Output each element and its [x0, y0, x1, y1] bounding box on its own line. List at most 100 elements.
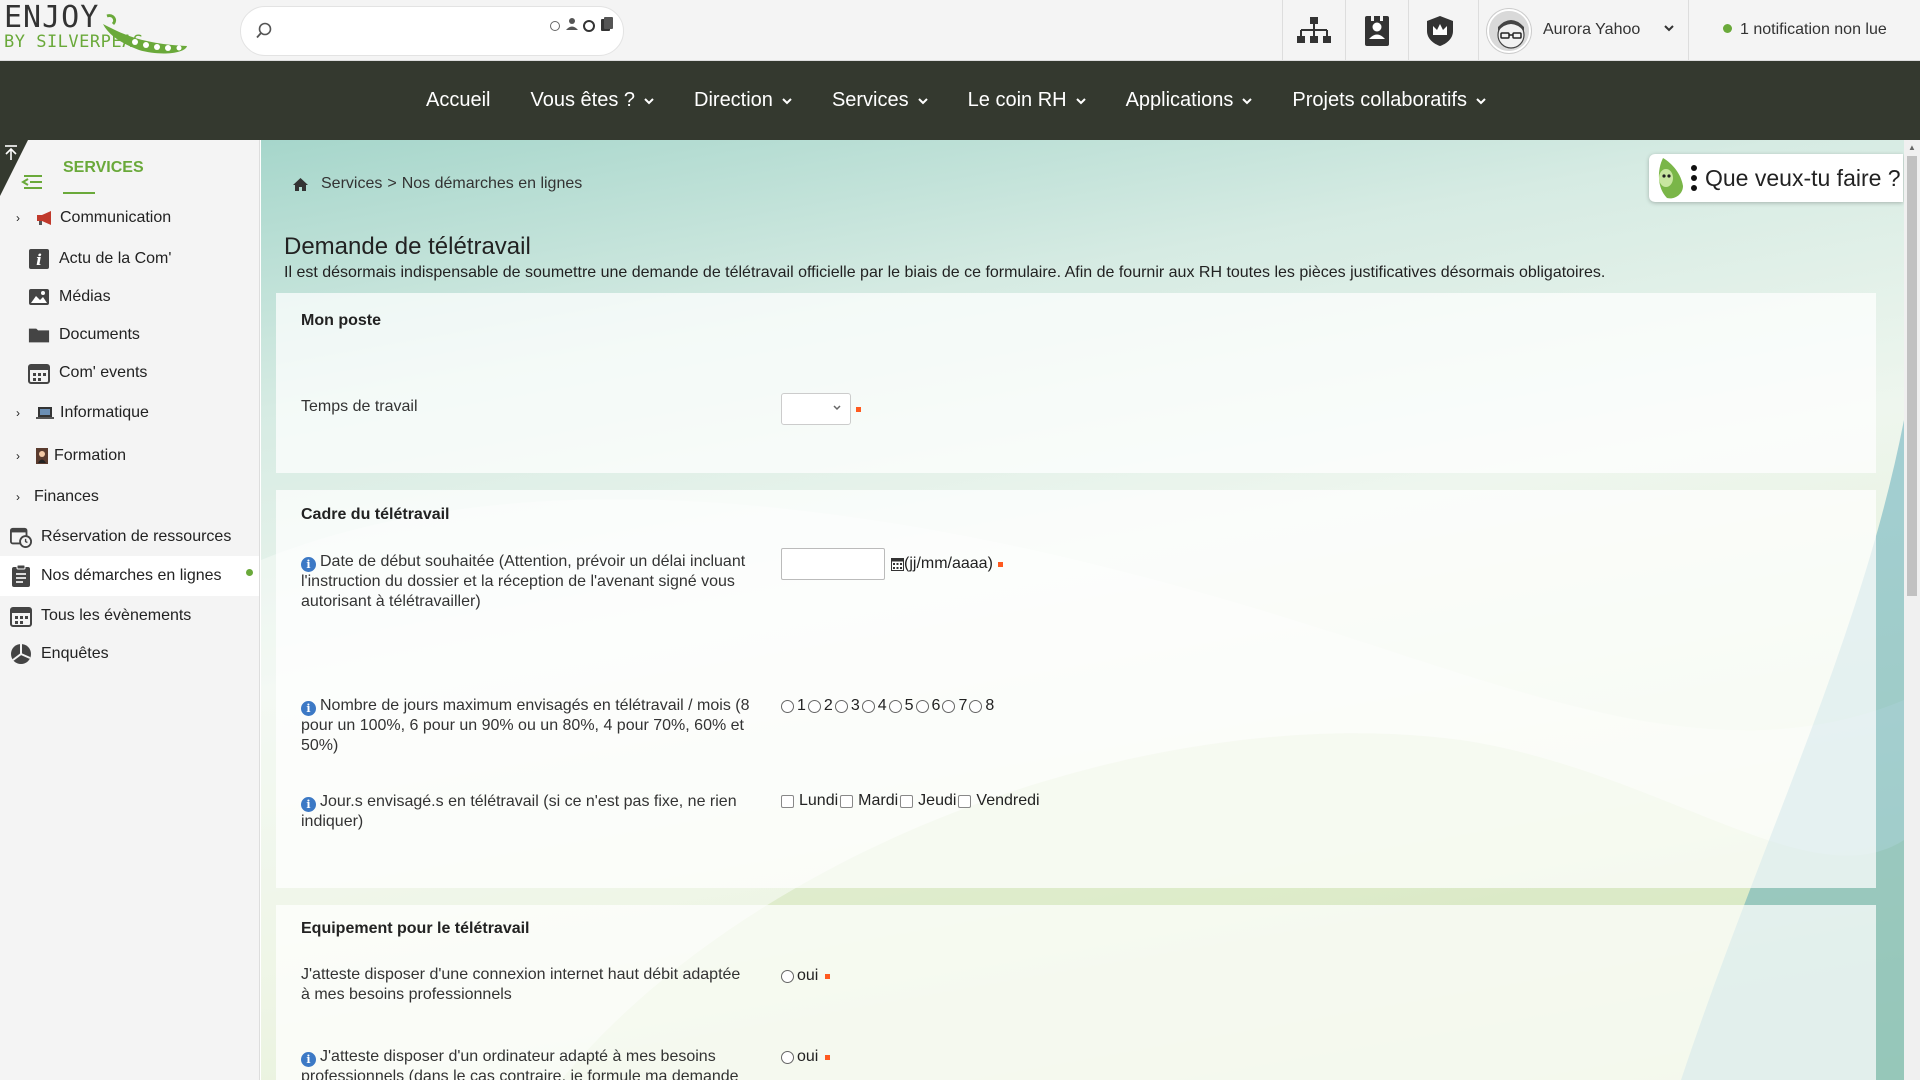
nav-item-vous-etes[interactable]: Vous êtes ?: [530, 89, 654, 112]
radio-label[interactable]: 4: [878, 697, 887, 715]
info-icon[interactable]: i: [301, 701, 316, 716]
date-debut-input[interactable]: [781, 548, 885, 580]
radio-label[interactable]: 2: [824, 697, 833, 715]
nav-label[interactable]: Accueil: [426, 89, 490, 112]
radio-option[interactable]: oui: [781, 1048, 818, 1066]
scrollbar-thumb[interactable]: [1907, 156, 1917, 596]
info-icon[interactable]: i: [301, 797, 316, 812]
scroll-up-icon[interactable]: ▲: [1908, 143, 1916, 152]
info-icon[interactable]: i: [301, 1052, 316, 1067]
radio-button[interactable]: [915, 699, 929, 713]
nav-item-coin-rh[interactable]: Le coin RH: [968, 89, 1086, 112]
breadcrumb-services[interactable]: Services: [321, 175, 382, 193]
radio-option[interactable]: 3: [834, 697, 860, 715]
sidebar-item-informatique[interactable]: › Informatique: [0, 395, 259, 431]
nav-item-applications[interactable]: Applications: [1126, 89, 1253, 112]
search-icon[interactable]: [255, 22, 273, 40]
radio-label[interactable]: oui: [797, 1048, 818, 1066]
search-bar[interactable]: [240, 6, 624, 56]
radio-label[interactable]: 7: [958, 697, 967, 715]
sidebar-item-reservation[interactable]: Réservation de ressources: [0, 519, 259, 555]
checkbox-option[interactable]: Vendredi: [958, 792, 1040, 810]
user-name[interactable]: Aurora Yahoo: [1543, 21, 1640, 39]
notifications-link[interactable]: 1 notification non lue: [1723, 21, 1887, 39]
checkbox[interactable]: [781, 794, 794, 808]
checkbox-label[interactable]: Jeudi: [918, 792, 956, 810]
home-icon[interactable]: [292, 177, 309, 192]
chevron-right-icon[interactable]: ›: [16, 406, 25, 420]
nav-label[interactable]: Vous êtes ?: [530, 89, 635, 112]
radio-option[interactable]: 6: [915, 697, 941, 715]
radio-label[interactable]: 1: [797, 697, 806, 715]
chevron-right-icon[interactable]: ›: [16, 211, 25, 225]
sidebar-item-documents[interactable]: Documents: [0, 317, 259, 353]
checkbox[interactable]: [958, 794, 972, 808]
chevron-down-icon[interactable]: [1663, 22, 1675, 34]
sidebar-item-com-events[interactable]: Com' events: [0, 355, 259, 391]
user-menu[interactable]: Aurora Yahoo: [1478, 0, 1689, 61]
radio-button[interactable]: [942, 699, 956, 713]
chevron-right-icon[interactable]: ›: [16, 490, 25, 504]
sidebar-item-enquetes[interactable]: Enquêtes: [0, 636, 259, 672]
checkbox-label[interactable]: Vendredi: [976, 792, 1039, 810]
radio-option[interactable]: 1: [781, 697, 806, 715]
checkbox-option[interactable]: Mardi: [840, 792, 898, 810]
nav-label[interactable]: Direction: [694, 89, 773, 112]
radio-label[interactable]: 6: [932, 697, 941, 715]
nav-item-services[interactable]: Services: [832, 89, 928, 112]
radio-button[interactable]: [781, 1050, 794, 1064]
radio-button[interactable]: [888, 699, 902, 713]
nav-item-projets[interactable]: Projets collaboratifs: [1292, 89, 1486, 112]
notification-text[interactable]: 1 notification non lue: [1740, 21, 1887, 38]
assistant-label[interactable]: Que veux-tu faire ?: [1705, 165, 1901, 192]
radio-button[interactable]: [969, 699, 983, 713]
temps-travail-select[interactable]: [781, 393, 851, 425]
radio-button[interactable]: [781, 699, 794, 713]
sidebar-item-tous-evenements[interactable]: Tous les évènements: [0, 598, 259, 634]
page-scrollbar[interactable]: ▲: [1904, 140, 1920, 1080]
radio-label[interactable]: 3: [851, 697, 860, 715]
admin-button[interactable]: [1408, 0, 1470, 61]
assistant-button[interactable]: Que veux-tu faire ?: [1649, 154, 1903, 202]
radio-label[interactable]: 5: [905, 697, 914, 715]
nav-label[interactable]: Services: [832, 89, 909, 112]
sidebar-item-formation[interactable]: › Formation: [0, 438, 259, 474]
nav-label[interactable]: Applications: [1126, 89, 1234, 112]
radio-option[interactable]: oui: [781, 967, 818, 985]
collapse-sidebar-button[interactable]: [0, 140, 50, 196]
checkbox-option[interactable]: Jeudi: [900, 792, 956, 810]
radio-button[interactable]: [834, 699, 848, 713]
sidebar-item-communication[interactable]: › Communication: [0, 200, 259, 236]
calendar-picker-icon[interactable]: [891, 557, 904, 571]
radio-label[interactable]: oui: [797, 967, 818, 985]
info-icon[interactable]: i: [301, 557, 316, 572]
nav-item-direction[interactable]: Direction: [694, 89, 792, 112]
chevron-right-icon[interactable]: ›: [16, 449, 25, 463]
radio-option[interactable]: 4: [861, 697, 887, 715]
radio-button[interactable]: [861, 699, 875, 713]
checkbox-label[interactable]: Lundi: [799, 792, 838, 810]
radio-option[interactable]: 8: [969, 697, 994, 715]
radio-option[interactable]: 7: [942, 697, 967, 715]
nav-item-accueil[interactable]: Accueil: [426, 89, 490, 112]
enjoy-logo[interactable]: ENJOY BY SILVERPEAS: [4, 3, 194, 58]
checkbox-option[interactable]: Lundi: [781, 792, 838, 810]
sidebar-item-medias[interactable]: Médias: [0, 279, 259, 315]
checkbox-label[interactable]: Mardi: [858, 792, 898, 810]
nav-label[interactable]: Le coin RH: [968, 89, 1067, 112]
org-chart-button[interactable]: [1282, 0, 1344, 61]
checkbox[interactable]: [900, 794, 914, 808]
search-tools[interactable]: [549, 15, 619, 38]
radio-label[interactable]: 8: [985, 697, 994, 715]
avatar[interactable]: [1487, 9, 1531, 53]
sidebar-item-finances[interactable]: › Finances: [0, 479, 259, 515]
search-option-icons[interactable]: [549, 15, 619, 35]
sidebar-item-actu[interactable]: i Actu de la Com': [0, 241, 259, 277]
radio-button[interactable]: [781, 969, 794, 983]
sidebar-item-nos-demarches[interactable]: Nos démarches en lignes: [0, 556, 259, 596]
nav-label[interactable]: Projets collaboratifs: [1292, 89, 1467, 112]
radio-option[interactable]: 5: [888, 697, 914, 715]
radio-button[interactable]: [807, 699, 821, 713]
checkbox[interactable]: [840, 794, 854, 808]
contacts-button[interactable]: [1345, 0, 1407, 61]
